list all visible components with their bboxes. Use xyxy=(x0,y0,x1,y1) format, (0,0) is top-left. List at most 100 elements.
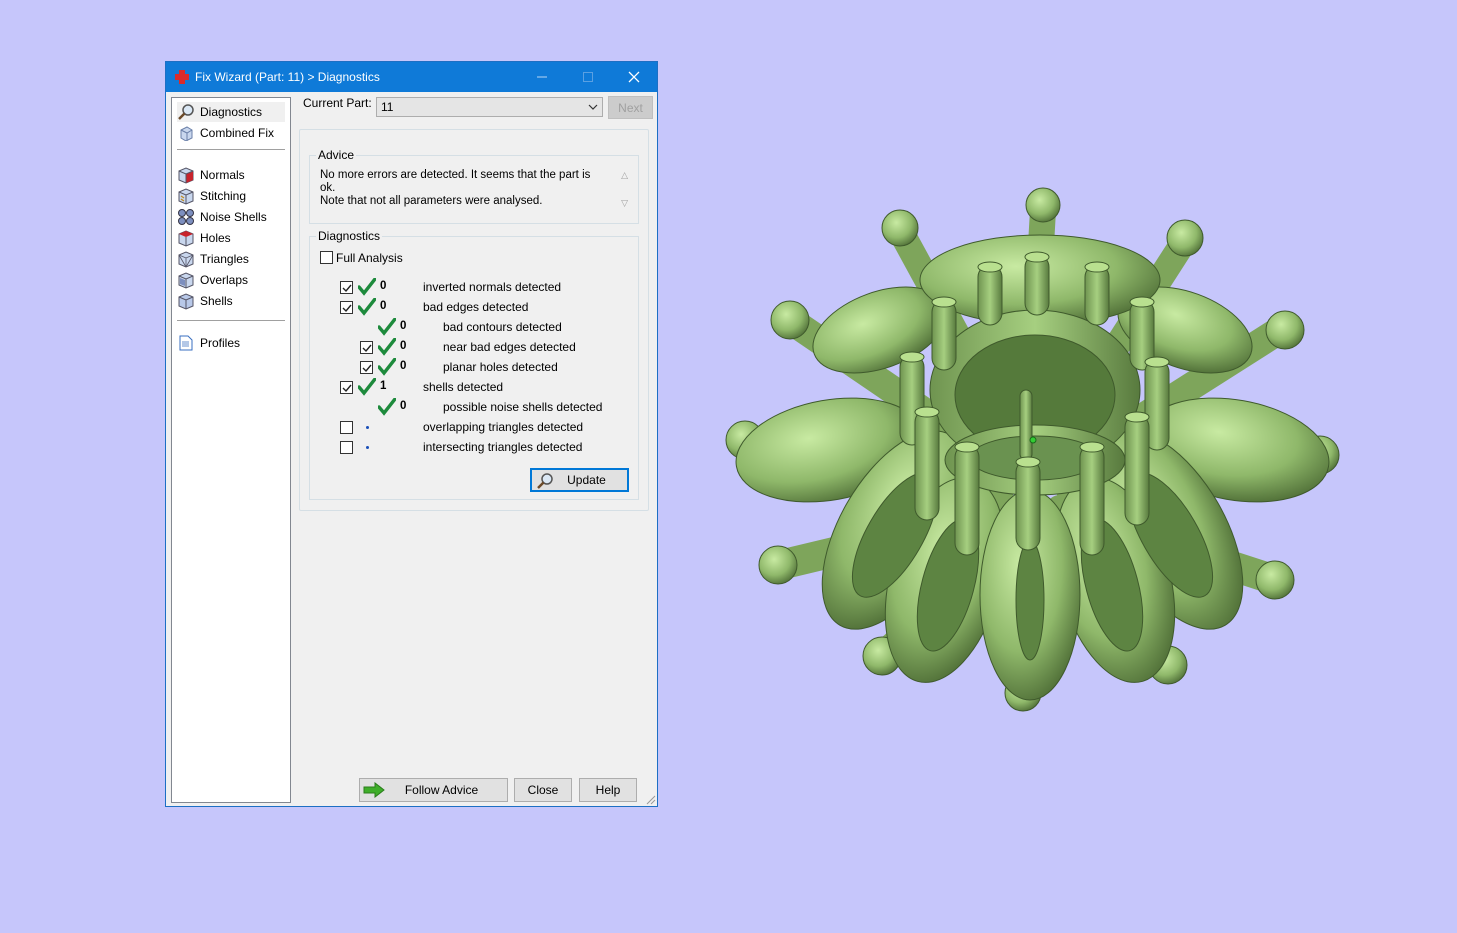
advice-group: Advice No more errors are detected. It s… xyxy=(309,148,639,224)
sidebar-item-label: Stitching xyxy=(200,189,247,203)
full-analysis-label: Full Analysis xyxy=(336,251,403,265)
planar-holes-checkbox[interactable] xyxy=(360,361,373,374)
3d-model-viewport[interactable] xyxy=(720,180,1350,720)
sidebar-item-label: Noise Shells xyxy=(200,210,267,224)
normals-cube-icon xyxy=(177,166,195,184)
sidebar-item-label: Diagnostics xyxy=(200,105,263,119)
update-button[interactable]: Update xyxy=(530,468,629,492)
current-part-label: Current Part: xyxy=(303,96,372,110)
diagnostics-group: Diagnostics Full Analysis 0 inverted nor… xyxy=(309,229,639,500)
full-analysis-checkbox[interactable] xyxy=(320,251,333,264)
sidebar-item-label: Triangles xyxy=(200,252,249,266)
help-button[interactable]: Help xyxy=(579,778,637,802)
advice-line-2: Note that not all parameters were analys… xyxy=(320,195,543,207)
wizard-sidebar: Diagnostics Combined Fix Normals Stitchi xyxy=(171,97,291,803)
green-check-icon xyxy=(378,358,396,376)
follow-advice-button[interactable]: Follow Advice xyxy=(359,778,508,802)
holes-cube-icon xyxy=(177,229,195,247)
checkmark-icon xyxy=(342,284,352,292)
sidebar-divider xyxy=(177,149,285,150)
inverted-normals-label: inverted normals detected xyxy=(423,280,562,294)
shells-label: shells detected xyxy=(423,380,504,394)
sidebar-item-overlaps[interactable]: Overlaps xyxy=(177,270,285,290)
sidebar-item-stitching[interactable]: Stitching xyxy=(177,186,285,206)
sidebar-item-diagnostics[interactable]: Diagnostics xyxy=(177,102,285,122)
sidebar-item-holes[interactable]: Holes xyxy=(177,228,285,248)
window-title: Fix Wizard (Part: 11) > Diagnostics xyxy=(195,70,380,84)
green-check-icon xyxy=(358,298,376,316)
diagnostics-panel: Advice No more errors are detected. It s… xyxy=(299,129,649,511)
diagnostics-title: Diagnostics xyxy=(316,229,383,243)
sidebar-item-label: Combined Fix xyxy=(200,126,275,140)
near-bad-edges-label: near bad edges detected xyxy=(443,340,576,354)
magnifier-icon xyxy=(177,103,195,121)
sidebar-item-label: Holes xyxy=(200,231,231,245)
planar-holes-count: 0 xyxy=(400,360,407,372)
close-icon xyxy=(628,71,640,83)
minimize-button[interactable] xyxy=(519,62,565,92)
green-check-icon xyxy=(358,378,376,396)
sidebar-item-label: Overlaps xyxy=(200,273,249,287)
document-icon xyxy=(177,334,195,352)
inverted-normals-count: 0 xyxy=(380,280,387,292)
triangles-cube-icon xyxy=(177,250,195,268)
sidebar-item-combined-fix[interactable]: Combined Fix xyxy=(177,123,285,143)
intersecting-triangles-checkbox[interactable] xyxy=(340,441,353,454)
overlapping-triangles-checkbox[interactable] xyxy=(340,421,353,434)
bad-edges-count: 0 xyxy=(380,300,387,312)
pending-dot-icon xyxy=(366,426,369,429)
sidebar-item-label: Normals xyxy=(200,168,245,182)
current-part-select[interactable]: 11 xyxy=(376,97,603,117)
checkmark-icon xyxy=(362,364,372,372)
scroll-down-icon[interactable]: ▽ xyxy=(621,198,628,209)
resize-grip-icon[interactable] xyxy=(646,795,656,805)
chevron-down-icon xyxy=(588,104,598,110)
fix-wizard-window: Fix Wizard (Part: 11) > Diagnostics Diag… xyxy=(165,61,658,807)
sidebar-item-noise-shells[interactable]: Noise Shells xyxy=(177,207,285,227)
bad-edges-checkbox[interactable] xyxy=(340,301,353,314)
near-bad-edges-checkbox[interactable] xyxy=(360,341,373,354)
sidebar-item-triangles[interactable]: Triangles xyxy=(177,249,285,269)
advice-title: Advice xyxy=(316,148,357,162)
overlaps-cube-icon xyxy=(177,271,195,289)
bad-contours-count: 0 xyxy=(400,320,407,332)
shells-count: 1 xyxy=(380,380,387,392)
maximize-button[interactable] xyxy=(565,62,611,92)
bad-contours-label: bad contours detected xyxy=(443,320,562,334)
arrow-right-icon xyxy=(363,782,385,798)
inverted-normals-checkbox[interactable] xyxy=(340,281,353,294)
scroll-up-icon[interactable]: △ xyxy=(621,170,628,181)
green-check-icon xyxy=(378,398,396,416)
advice-line-1: No more errors are detected. It seems th… xyxy=(320,169,591,194)
green-check-icon xyxy=(378,338,396,356)
sidebar-item-shells[interactable]: Shells xyxy=(177,291,285,311)
current-part-value: 11 xyxy=(381,100,394,114)
dialog-content: Diagnostics Combined Fix Normals Stitchi xyxy=(166,92,657,806)
next-button[interactable]: Next xyxy=(608,96,653,119)
green-check-icon xyxy=(378,318,396,336)
shells-cube-icon xyxy=(177,292,195,310)
sidebar-item-label: Shells xyxy=(200,294,233,308)
checkmark-icon xyxy=(362,344,372,352)
stitching-cube-icon xyxy=(177,187,195,205)
cube-icon xyxy=(177,124,195,142)
title-bar[interactable]: Fix Wizard (Part: 11) > Diagnostics xyxy=(166,62,657,92)
magnifier-icon xyxy=(537,473,553,489)
pending-dot-icon xyxy=(366,446,369,449)
near-bad-edges-count: 0 xyxy=(400,340,407,352)
sidebar-divider xyxy=(177,320,285,321)
noise-shells-label: possible noise shells detected xyxy=(443,400,603,414)
close-button[interactable]: Close xyxy=(514,778,572,802)
sidebar-item-profiles[interactable]: Profiles xyxy=(177,333,285,353)
red-cross-app-icon xyxy=(175,70,189,84)
minimize-icon xyxy=(537,76,547,78)
update-label: Update xyxy=(567,473,606,487)
checkmark-icon xyxy=(342,384,352,392)
noise-shells-icon xyxy=(177,208,195,226)
planar-holes-label: planar holes detected xyxy=(443,360,558,374)
sidebar-item-normals[interactable]: Normals xyxy=(177,165,285,185)
close-window-button[interactable] xyxy=(611,62,657,92)
shells-checkbox[interactable] xyxy=(340,381,353,394)
overlapping-triangles-label: overlapping triangles detected xyxy=(423,420,584,434)
green-check-icon xyxy=(358,278,376,296)
